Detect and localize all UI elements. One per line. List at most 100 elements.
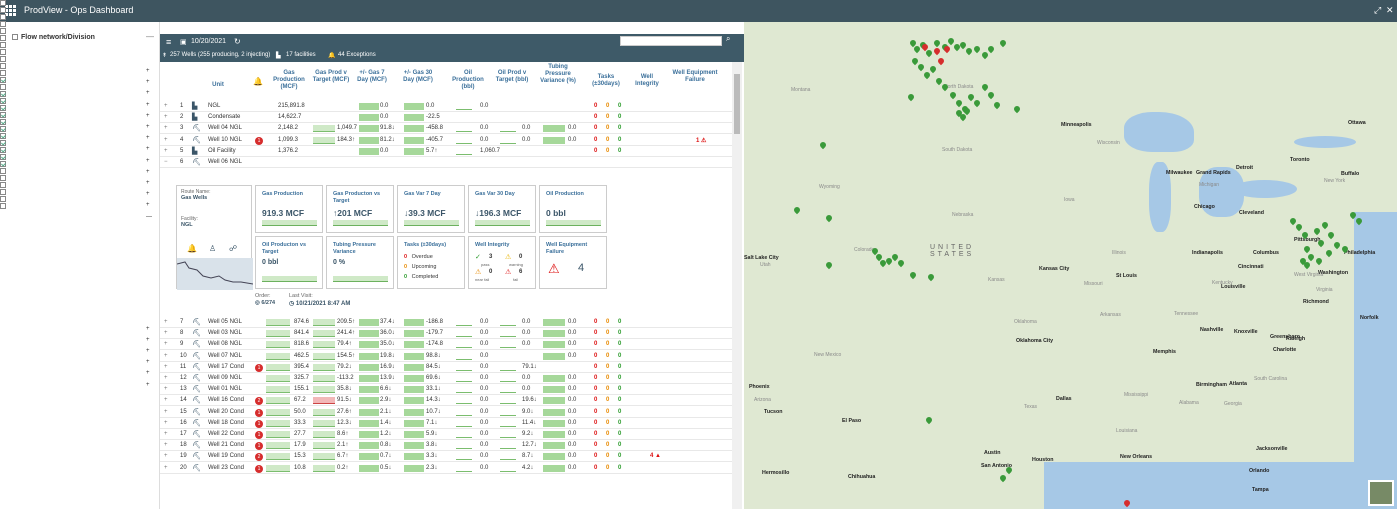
checkbox-icon[interactable] (0, 168, 6, 174)
alert-bell-icon[interactable]: 🔔 (187, 244, 197, 253)
map-marker-icon[interactable] (910, 272, 916, 280)
unit-name[interactable]: Well 18 Cond (208, 420, 244, 426)
map-layer-toggle[interactable] (1368, 480, 1394, 506)
expand-icon[interactable]: + (146, 158, 150, 164)
expand-row-icon[interactable]: + (164, 353, 168, 359)
card-gas-var-30day[interactable]: Gas Var 30 Day ↓196.3 MCF (468, 185, 536, 233)
tasks-overdue[interactable]: 0 (594, 364, 597, 370)
col-tubing-variance[interactable]: Tubing Pressure Variance (%) (538, 64, 578, 85)
unit-name[interactable]: Well 17 Cond (208, 364, 244, 370)
unit-name[interactable]: Well 05 NGL (208, 319, 242, 325)
map-marker-icon[interactable] (994, 102, 1000, 110)
tasks-upcoming[interactable]: 0 (606, 364, 609, 370)
checkbox-icon[interactable] (0, 196, 6, 202)
sidebar-root[interactable]: Flow network/Division (12, 34, 95, 41)
tasks-completed[interactable]: 0 (618, 137, 621, 143)
checkbox-icon[interactable] (0, 56, 6, 62)
map-marker-icon[interactable] (1314, 228, 1320, 236)
wells-summary[interactable]: 257 Wells (255 producing, 2 injecting) (170, 52, 270, 58)
checkbox-icon[interactable] (0, 0, 6, 6)
col-gas-production[interactable]: Gas Production (MCF) (268, 70, 310, 91)
unit-name[interactable]: Well 04 NGL (208, 125, 242, 131)
expand-icon[interactable]: + (146, 337, 150, 343)
checkbox-icon[interactable] (0, 140, 6, 146)
map-marker-icon[interactable] (1322, 222, 1328, 230)
expand-icon[interactable]: ⤢ (1374, 5, 1381, 16)
tasks-upcoming[interactable]: 0 (606, 148, 609, 154)
unit-name[interactable]: Well 23 Cond (208, 465, 244, 471)
expand-row-icon[interactable]: + (164, 103, 168, 109)
map-marker-icon[interactable] (1304, 246, 1310, 254)
map-marker-icon[interactable] (1318, 240, 1324, 248)
tasks-completed[interactable]: 0 (618, 364, 621, 370)
expand-icon[interactable]: + (146, 124, 150, 130)
tasks-completed[interactable]: 0 (618, 330, 621, 336)
tasks-overdue[interactable]: 0 (594, 148, 597, 154)
tasks-upcoming[interactable]: 0 (606, 442, 609, 448)
checkbox-icon[interactable] (0, 112, 6, 118)
unit-name[interactable]: Well 09 NGL (208, 375, 242, 381)
expand-icon[interactable]: + (146, 348, 150, 354)
table-row[interactable]: +5 ▙ Oil Facility 1,376.2 0.0 5.7↑ 1,060.7 0 0 0 (160, 146, 732, 157)
tasks-upcoming[interactable]: 0 (606, 386, 609, 392)
expand-icon[interactable]: + (146, 102, 150, 108)
exception-badge[interactable]: 2 (255, 453, 263, 462)
tasks-completed[interactable]: 0 (618, 125, 621, 131)
table-row[interactable]: +18 ⛏ Well 21 Cond 1 17.9 2.1↑ 0.8↓ 3.8↓ 0.0 12.7… (160, 440, 732, 452)
checkbox-icon[interactable] (0, 203, 6, 209)
map-marker-icon[interactable] (1326, 250, 1332, 258)
equipment-failure[interactable]: 1 ⚠ (696, 137, 706, 144)
checkbox-icon[interactable] (0, 133, 6, 139)
checkbox-icon[interactable] (0, 21, 6, 27)
map-marker-icon[interactable] (974, 46, 980, 54)
collapse-icon[interactable]: — (146, 214, 152, 220)
tasks-completed[interactable]: 0 (618, 386, 621, 392)
tasks-overdue[interactable]: 0 (594, 103, 597, 109)
scroll-thumb[interactable] (734, 74, 740, 134)
table-row[interactable]: +10 ⛏ Well 07 NGL 462.5 154.5↑ 19.8↓ 98.8↓ 0.0 0… (160, 351, 732, 362)
expand-row-icon[interactable]: + (164, 442, 168, 448)
checkbox-icon[interactable] (0, 42, 6, 48)
map-marker-icon[interactable] (820, 142, 826, 150)
map-marker-icon[interactable] (926, 417, 932, 425)
map-marker-icon[interactable] (1014, 106, 1020, 114)
facilities-summary[interactable]: 17 facilities (286, 52, 316, 58)
exception-badge[interactable]: 1 (255, 464, 263, 473)
col-gas-prod-target[interactable]: Gas Prod v Target (MCF) (310, 70, 352, 84)
map-marker-icon[interactable] (982, 84, 988, 92)
expand-row-icon[interactable]: + (164, 431, 168, 437)
map-marker-icon[interactable] (1296, 224, 1302, 232)
expand-icon[interactable]: + (146, 113, 150, 119)
unit-name[interactable]: Well 20 Cond (208, 409, 244, 415)
expand-row-icon[interactable]: + (164, 375, 168, 381)
map-marker-icon[interactable] (1342, 246, 1348, 254)
tasks-completed[interactable]: 0 (618, 103, 621, 109)
unit-name[interactable]: Well 19 Cond (208, 453, 244, 459)
tasks-upcoming[interactable]: 0 (606, 375, 609, 381)
table-row[interactable]: +19 ⛏ Well 19 Cond 2 15.3 6.7↑ 0.7↓ 3.3↓ 0.0 8.7↓… (160, 451, 732, 463)
checkbox-icon[interactable] (0, 119, 6, 125)
expand-icon[interactable]: + (146, 90, 150, 96)
table-row[interactable]: +9 ⛏ Well 08 NGL 818.6 79.4↑ 35.0↓ -174.8 0.0 0.… (160, 339, 732, 351)
expand-icon[interactable]: + (146, 326, 150, 332)
unit-name[interactable]: Condensate (208, 114, 240, 120)
checkbox-icon[interactable] (0, 98, 6, 104)
col-tasks[interactable]: Tasks (±30days) (588, 74, 624, 88)
tasks-overdue[interactable]: 0 (594, 465, 597, 471)
map-marker-icon[interactable] (918, 64, 924, 72)
table-row[interactable]: +2 ▙ Condensate 14,622.7 0.0 -22.5 0 0 0 (160, 112, 732, 124)
expand-icon[interactable]: + (146, 169, 150, 175)
tasks-overdue[interactable]: 0 (594, 386, 597, 392)
tasks-overdue[interactable]: 0 (594, 114, 597, 120)
map-marker-icon[interactable] (988, 92, 994, 100)
map-marker-icon[interactable] (1304, 262, 1310, 270)
collapse-icon[interactable]: — (146, 33, 154, 41)
tasks-overdue[interactable]: 0 (594, 341, 597, 347)
map-marker-icon[interactable] (826, 262, 832, 270)
expand-icon[interactable]: + (146, 202, 150, 208)
grid-scrollbar[interactable] (732, 62, 742, 509)
checkbox-icon[interactable] (0, 14, 6, 20)
checkbox-icon[interactable] (12, 34, 18, 40)
card-oil-production[interactable]: Oil Production 0 bbl (539, 185, 607, 233)
unit-name[interactable]: Well 16 Cond (208, 397, 244, 403)
